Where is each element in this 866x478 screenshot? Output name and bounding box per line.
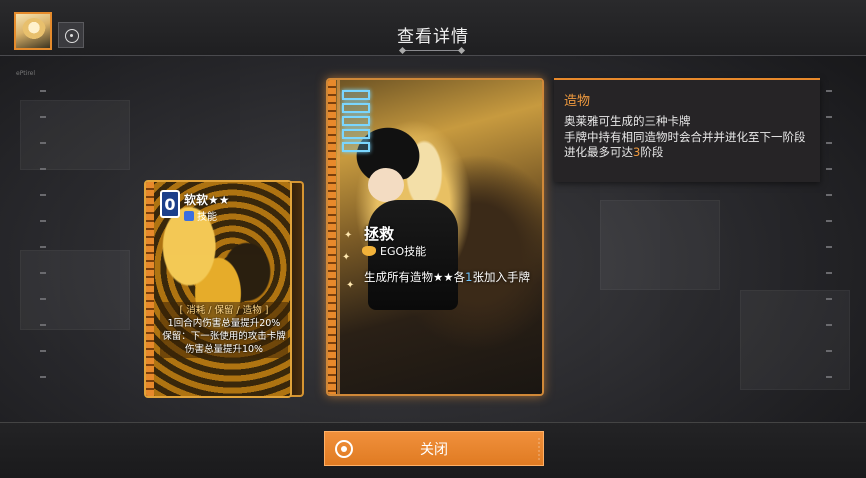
card-name: 软软★★	[184, 193, 230, 207]
card-desc-text: 生成所有造物★★各	[364, 270, 466, 284]
cost-pip	[342, 90, 370, 100]
cost-pip	[342, 116, 370, 126]
sparkle-icon: ✦	[344, 230, 353, 241]
card-type: EGO技能	[362, 243, 426, 259]
card-art-face	[368, 168, 404, 202]
card-description: [ 消耗 / 保留 / 造物 ] 1回合内伤害总量提升20% 保留：下一张使用的…	[160, 302, 288, 358]
sparkle-icon: ✦	[346, 280, 355, 291]
frame-decoration	[40, 90, 46, 400]
title-ornament	[402, 50, 462, 54]
button-edge-decoration	[538, 438, 540, 460]
keyword-info-panel: 造物 奥莱雅可生成的三种卡牌 手牌中持有相同造物时会合并并进化至下一阶段 进化最…	[554, 78, 820, 182]
card-stripe	[328, 80, 336, 394]
background-tile	[20, 100, 130, 170]
ego-icon	[362, 246, 376, 256]
frame-decoration	[826, 90, 832, 400]
background-tile	[600, 200, 720, 290]
page-title: 查看详情	[397, 27, 469, 47]
card-stripe	[146, 182, 154, 396]
background-tile	[20, 250, 130, 330]
card-type-label: EGO技能	[380, 245, 427, 258]
background-tile	[740, 290, 850, 390]
cost-badge: 0	[160, 190, 180, 218]
info-text: 进化最多可达	[564, 145, 633, 159]
card-zhengjiu[interactable]: ✦ ✦ ✦ 拯救 EGO技能 生成所有造物★★各1张加入手牌	[326, 78, 544, 396]
card-ruanruan[interactable]: 0 软软★★ 技能 [ 消耗 / 保留 / 造物 ] 1回合内伤害总量提升20%…	[144, 180, 292, 398]
info-title: 造物	[564, 94, 591, 109]
skill-icon	[184, 210, 194, 221]
faint-label: ePtirel	[16, 70, 36, 77]
info-text: 阶段	[640, 145, 664, 159]
card-stripe	[337, 80, 340, 394]
card-tags: [ 消耗 / 保留 / 造物 ]	[179, 305, 269, 316]
card-description: 生成所有造物★★各1张加入手牌	[364, 269, 536, 285]
cost-pip	[342, 129, 370, 139]
info-line: 进化最多可达3阶段	[564, 145, 816, 161]
info-line: 奥莱雅可生成的三种卡牌	[564, 114, 691, 128]
cost-pip	[342, 142, 370, 152]
info-body: 奥莱雅可生成的三种卡牌 手牌中持有相同造物时会合并并进化至下一阶段 进化最多可达…	[564, 114, 816, 161]
target-icon	[335, 440, 353, 458]
card-type: 技能	[184, 208, 217, 223]
card-desc-line: 保留：下一张使用的攻击卡牌伤害总量提升10%	[162, 331, 286, 355]
card-desc-text: 张加入手牌	[472, 270, 530, 284]
card-type-label: 技能	[197, 212, 217, 223]
sparkle-icon: ✦	[342, 252, 351, 263]
cost-pip	[342, 103, 370, 113]
cost-pips	[342, 90, 370, 155]
info-line: 手牌中持有相同造物时会合并并进化至下一阶段	[564, 129, 806, 144]
close-button-label: 关闭	[420, 441, 448, 458]
card-desc-line: 1回合内伤害总量提升20%	[167, 318, 281, 329]
close-button[interactable]: 关闭	[324, 431, 544, 466]
card-name: 拯救	[364, 225, 395, 243]
